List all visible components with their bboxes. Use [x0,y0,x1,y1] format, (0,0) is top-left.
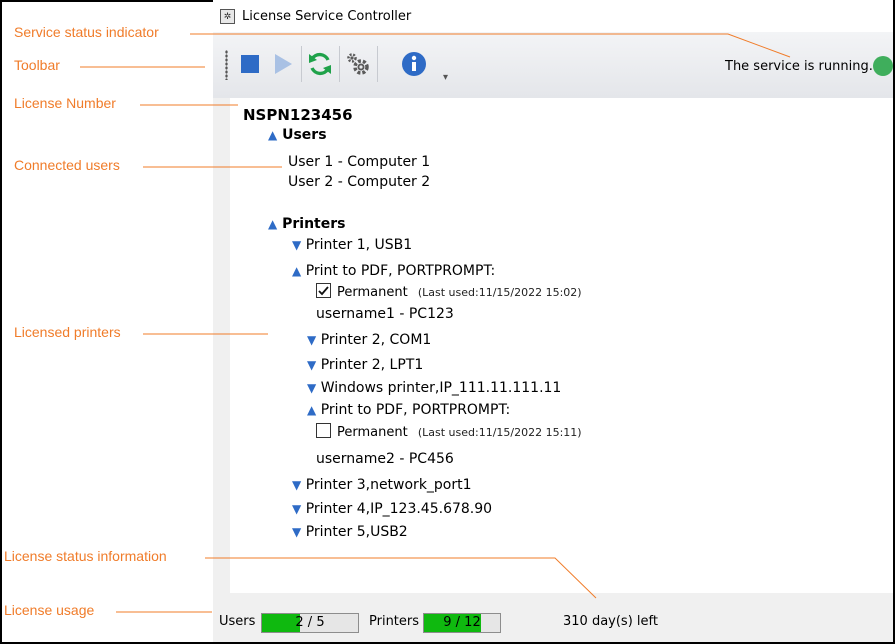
annotation-toolbar: Toolbar [14,57,60,73]
check-icon [318,286,329,296]
collapse-triangle-icon[interactable]: ▲ [292,264,301,278]
printers-header: Printers [282,216,346,232]
annotation-licensed-printers: Licensed printers [14,324,121,340]
toolbar-separator [377,46,378,82]
printers-usage-text: 9 / 12 [443,615,481,630]
toolbar-separator [301,46,302,82]
annotation-license-status: License status information [4,548,167,564]
printer-item[interactable]: ▼ Printer 2, LPT1 [307,357,423,373]
expand-triangle-icon[interactable]: ▼ [307,333,316,347]
users-node[interactable]: ▲ Users [268,127,327,143]
printer-item[interactable]: ▼ Printer 3,network_port1 [292,477,472,493]
collapse-triangle-icon[interactable]: ▲ [268,128,277,142]
annotation-license-number: License Number [14,95,116,111]
days-left-text: 310 day(s) left [563,614,658,629]
title-bar: ✲ License Service Controller [213,0,893,32]
expand-triangle-icon[interactable]: ▼ [307,381,316,395]
info-icon[interactable] [401,51,427,77]
expand-triangle-icon[interactable]: ▼ [292,502,301,516]
toolbar-separator [339,46,340,82]
users-usage-meter: 2 / 5 [261,613,359,633]
expand-triangle-icon[interactable]: ▼ [307,358,316,372]
stop-icon[interactable] [237,51,263,77]
service-status-text: The service is running. [725,59,873,74]
printers-usage-label: Printers [369,614,420,629]
license-number: NSPN123456 [243,106,353,124]
users-header: Users [282,127,327,143]
permanent-label: Permanent [337,285,408,300]
printers-node[interactable]: ▲ Printers [268,216,345,232]
annotation-service-status: Service status indicator [14,24,159,40]
printer-item[interactable]: ▼ Printer 2, COM1 [307,332,431,348]
expand-triangle-icon[interactable]: ▼ [292,238,301,252]
app-window: ✲ License Service Controller ▾ The servi… [213,0,893,642]
assigned-user: username2 - PC456 [316,451,454,467]
printer-item[interactable]: ▼ Printer 4,IP_123.45.678.90 [292,501,492,517]
collapse-triangle-icon[interactable]: ▲ [268,217,277,231]
printer-item[interactable]: ▼ Printer 1, USB1 [292,237,412,253]
window-title: License Service Controller [242,9,412,24]
expand-triangle-icon[interactable]: ▼ [292,478,301,492]
service-status-indicator [873,56,893,76]
expand-triangle-icon[interactable]: ▼ [292,525,301,539]
assigned-user: username1 - PC123 [316,306,454,322]
toolbar-overflow-icon[interactable]: ▾ [443,72,448,83]
printers-usage-meter: 9 / 12 [423,613,501,633]
permanent-checkbox[interactable] [316,283,331,298]
permanent-label: Permanent [337,425,408,440]
printer-item[interactable]: ▼ Windows printer,IP_111.11.111.11 [307,380,561,396]
settings-icon[interactable] [345,51,371,77]
annotation-license-usage: License usage [4,602,95,618]
printer-item[interactable]: ▼ Printer 5,USB2 [292,524,408,540]
users-usage-label: Users [219,614,256,629]
status-bar: Users 2 / 5 Printers 9 / 12 310 day(s) l… [213,605,893,642]
app-gear-icon: ✲ [220,9,235,24]
users-usage-text: 2 / 5 [295,615,325,630]
permanent-row: Permanent (Last used:11/15/2022 15:02) [316,283,582,300]
printer-item[interactable]: ▲ Print to PDF, PORTPROMPT: [292,263,495,279]
last-used-text: (Last used:11/15/2022 15:11) [417,426,582,439]
last-used-text: (Last used:11/15/2022 15:02) [417,286,582,299]
permanent-row: Permanent (Last used:11/15/2022 15:11) [316,423,582,440]
toolbar: ▾ The service is running. [213,32,893,98]
user-item: User 2 - Computer 2 [288,174,431,190]
user-item: User 1 - Computer 1 [288,154,431,170]
license-tree: NSPN123456 ▲ Users User 1 - Computer 1 U… [230,98,893,593]
annotation-connected-users: Connected users [14,157,120,173]
permanent-checkbox[interactable] [316,423,331,438]
toolbar-grip-handle[interactable] [225,50,228,80]
play-icon[interactable] [269,51,295,77]
printer-item[interactable]: ▲ Print to PDF, PORTPROMPT: [307,402,510,418]
collapse-triangle-icon[interactable]: ▲ [307,403,316,417]
refresh-icon[interactable] [307,51,333,77]
